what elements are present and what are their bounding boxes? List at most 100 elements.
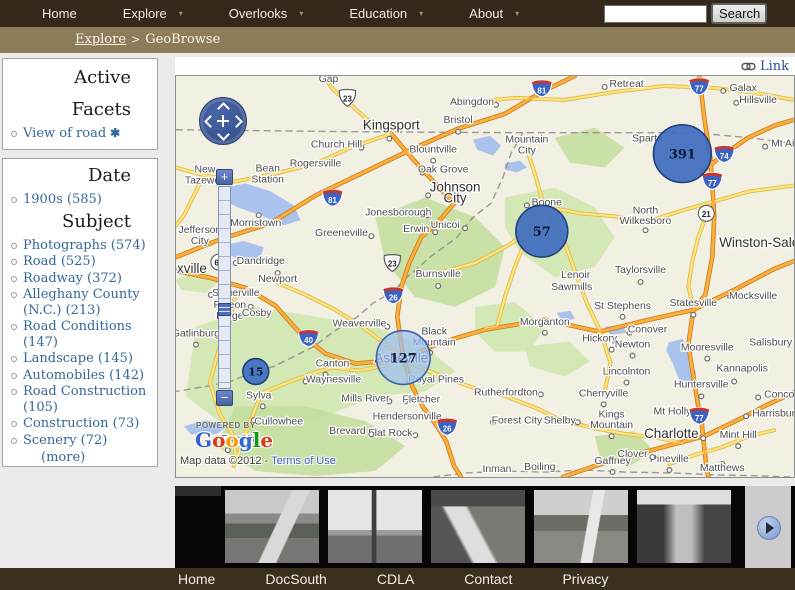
svg-text:26: 26 xyxy=(443,425,452,434)
map-label-north-wilkesboro: Wilkesboro xyxy=(620,216,672,227)
facet-item[interactable]: Road Conditions (147) xyxy=(9,319,153,350)
cluster-marker-15[interactable]: 15 xyxy=(243,359,269,385)
town-dot xyxy=(431,158,436,163)
search-button[interactable]: Search xyxy=(711,3,767,24)
thumbnail-photo-tree-lined-road[interactable] xyxy=(637,490,731,563)
svg-text:77: 77 xyxy=(695,414,704,423)
svg-text:57: 57 xyxy=(533,225,551,240)
map-label-abingdon: Abingdon xyxy=(450,97,494,108)
map-label-new-tazewell: New xyxy=(194,165,215,176)
map-label-harrisburg: Harrisburg xyxy=(752,408,794,419)
map-label-kannapolis: Kannapolis xyxy=(716,364,768,375)
terms-of-use-link[interactable]: Terms of Use xyxy=(271,455,336,467)
map-label-conover: Conover xyxy=(628,325,668,336)
map-label-lincolnton: Lincolnton xyxy=(603,367,651,378)
facet-item[interactable]: Road (525) xyxy=(9,254,153,270)
footer-link-cdla[interactable]: CDLA xyxy=(377,571,414,587)
facet-item[interactable]: Landscape (145) xyxy=(9,351,153,367)
town-dot xyxy=(630,353,635,358)
pan-left-icon[interactable] xyxy=(204,115,217,128)
breadcrumb-current: GeoBrowse xyxy=(145,32,220,47)
remove-facet-icon[interactable]: ✱ xyxy=(110,126,120,140)
footer-link-home[interactable]: Home xyxy=(178,571,215,587)
map-label-inman: Inman xyxy=(482,464,511,475)
map-label-lenoir: Lenoir xyxy=(561,270,591,281)
map-label-mt-airy: Mt Airy xyxy=(771,139,794,150)
nav-item-explore[interactable]: Explore▾ xyxy=(123,6,183,21)
nav-item-education[interactable]: Education▾ xyxy=(349,6,423,21)
map-label-st-stephens: St Stephens xyxy=(594,301,651,312)
map-label-church-hill: Church Hill xyxy=(311,140,362,151)
facet-item[interactable]: Scenery (72) xyxy=(9,433,153,449)
thumbnail-photo-curving-mountain-highway[interactable] xyxy=(225,490,319,563)
pan-right-icon[interactable] xyxy=(230,115,243,128)
map-label-retreat: Retreat xyxy=(609,79,643,90)
nav-item-home[interactable]: Home xyxy=(42,6,77,21)
pan-down-icon[interactable] xyxy=(217,128,230,141)
footer-link-docsouth[interactable]: DocSouth xyxy=(265,571,326,587)
map-label-boiling: Boiling xyxy=(524,462,556,473)
cluster-marker-391[interactable]: 391 xyxy=(653,125,711,183)
map-label-hillsville: Hillsville xyxy=(739,95,777,106)
footer-link-contact[interactable]: Contact xyxy=(464,571,512,587)
map-label-shelby: Shelby xyxy=(544,415,577,426)
footer-link-privacy[interactable]: Privacy xyxy=(562,571,608,587)
town-dot xyxy=(736,444,741,449)
map-pan-control[interactable] xyxy=(199,97,247,145)
town-dot xyxy=(387,136,392,141)
town-dot xyxy=(433,230,438,235)
map-label-waynesville: Waynesville xyxy=(306,374,362,385)
svg-text:21: 21 xyxy=(702,210,711,219)
facet-item[interactable]: Construction (73) xyxy=(9,416,153,432)
facet-item[interactable]: Photographs (574) xyxy=(9,238,153,254)
thumbnail-photo-roadside-sign-post[interactable] xyxy=(328,490,422,563)
pan-center-icon[interactable] xyxy=(217,115,229,127)
map-label-galax: Galax xyxy=(730,83,758,94)
map-viewport[interactable]: GapRetreatGalaxHillsvilleSpartaMt AiryAb… xyxy=(175,75,795,478)
nav-item-overlooks[interactable]: Overlooks▾ xyxy=(229,6,304,21)
zoom-out-button[interactable]: − xyxy=(216,390,233,406)
town-dot xyxy=(756,395,761,400)
facet-item[interactable]: 1900s (585) xyxy=(9,192,153,208)
town-dot xyxy=(691,312,696,317)
pan-up-icon[interactable] xyxy=(217,102,230,115)
svg-text:23: 23 xyxy=(343,94,352,103)
svg-text:81: 81 xyxy=(537,86,546,95)
active-facet-label[interactable]: View of road xyxy=(23,126,106,141)
map-link-label[interactable]: Link xyxy=(760,59,789,74)
map-label-mocksville: Mocksville xyxy=(729,291,777,302)
thumbnail-photo-graded-dirt-road[interactable] xyxy=(431,490,525,563)
bullet-icon xyxy=(11,276,17,282)
bullet-icon xyxy=(11,438,17,444)
filmstrip-next-button[interactable] xyxy=(757,516,781,540)
nav-item-about[interactable]: About▾ xyxy=(469,6,519,21)
facet-item[interactable]: Road Construction (105) xyxy=(9,384,153,415)
facet-item[interactable]: Roadway (372) xyxy=(9,271,153,287)
breadcrumb-explore-link[interactable]: Explore xyxy=(75,32,126,47)
svg-text:391: 391 xyxy=(669,148,696,163)
zoom-in-button[interactable]: + xyxy=(216,169,233,185)
bullet-icon xyxy=(11,243,17,249)
google-logo[interactable]: Google xyxy=(195,428,273,452)
zoom-slider-track[interactable] xyxy=(218,186,231,389)
map-link-button[interactable]: Link xyxy=(741,59,789,74)
map-label-blountville: Blountville xyxy=(409,145,457,156)
town-dot xyxy=(436,284,441,289)
town-dot xyxy=(456,129,461,134)
facet-item[interactable]: Alleghany County (N.C.) (213) xyxy=(9,287,153,318)
search-area: Search xyxy=(604,3,767,24)
thumbnail-photo-road-with-marker-sign[interactable] xyxy=(534,490,628,563)
town-dot xyxy=(620,314,625,319)
cluster-marker-57[interactable]: 57 xyxy=(516,205,568,257)
search-input[interactable] xyxy=(604,5,707,23)
facet-item[interactable]: Automobiles (142) xyxy=(9,368,153,384)
bullet-icon xyxy=(11,197,17,203)
map-canvas[interactable]: GapRetreatGalaxHillsvilleSpartaMt AiryAb… xyxy=(176,76,794,477)
more-facets-link[interactable]: (more) xyxy=(3,450,157,465)
zoom-slider-handle[interactable] xyxy=(218,303,231,316)
map-label-cherryville: Cherryville xyxy=(579,388,629,399)
map-label-flat-rock: Flat Rock xyxy=(368,428,413,439)
map-label-north-wilkesboro: North xyxy=(633,205,659,216)
active-facet-item[interactable]: View of road ✱ xyxy=(9,126,153,142)
cluster-marker-127[interactable]: 127 xyxy=(376,331,430,385)
